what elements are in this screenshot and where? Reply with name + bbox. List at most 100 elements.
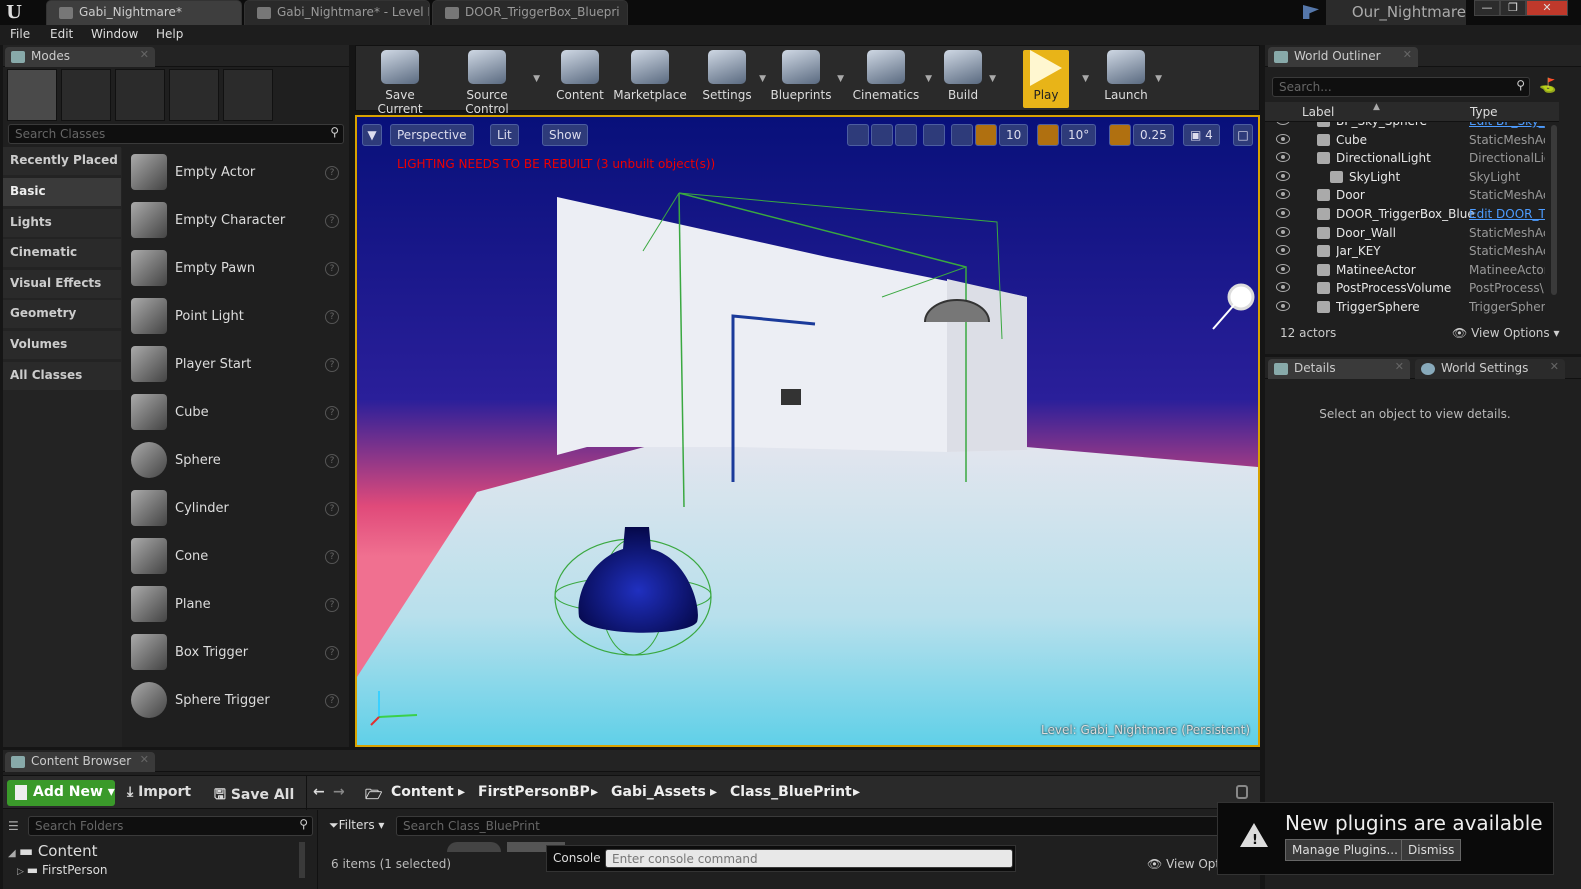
cinematics-button[interactable]: Cinematics ▼ [850, 50, 932, 108]
scale-snap-value[interactable]: 0.25 [1133, 124, 1174, 146]
tab-level[interactable]: Gabi_Nightmare* [46, 0, 242, 25]
tree-item-content[interactable]: ◢ ▬ Content [8, 842, 97, 860]
visibility-eye-icon[interactable] [1276, 122, 1290, 125]
placeable-player-start[interactable]: Player Start? [125, 342, 345, 388]
maximize-viewport-icon[interactable]: □ [1233, 124, 1253, 146]
breadcrumb-gabi-assets[interactable]: Gabi_Assets [611, 784, 706, 800]
category-visual-effects[interactable]: Visual Effects [3, 270, 121, 298]
visibility-eye-icon[interactable] [1276, 133, 1290, 144]
outliner-search-input[interactable]: Search... ⚲ [1272, 77, 1530, 97]
category-recently-placed[interactable]: Recently Placed [3, 147, 121, 175]
outliner-row[interactable]: DirectionalLight DirectionalLig [1271, 150, 1553, 168]
save-current-button[interactable]: Save Current [362, 50, 438, 116]
breadcrumb-class-blueprint[interactable]: Class_BluePrint [730, 784, 852, 800]
help-icon[interactable]: ? [325, 454, 339, 468]
outliner-row[interactable]: Door StaticMeshAc [1271, 187, 1553, 205]
visibility-eye-icon[interactable] [1276, 152, 1290, 163]
minimize-button[interactable]: — [1474, 0, 1500, 16]
breadcrumb-firstpersonbp[interactable]: FirstPersonBP [478, 784, 590, 800]
outliner-row[interactable]: TriggerSphere TriggerSpher [1271, 299, 1553, 314]
breadcrumb-separator[interactable]: ▸ [853, 784, 860, 800]
search-assets-input[interactable]: Search Class_BluePrint [396, 816, 1260, 836]
search-classes-input[interactable]: Search Classes ⚲ [8, 124, 344, 144]
rotate-tool-icon[interactable] [871, 124, 893, 146]
outliner-scrollbar[interactable] [1551, 125, 1557, 295]
outliner-row[interactable]: Jar_KEY StaticMeshAc [1271, 243, 1553, 261]
sources-toggle-icon[interactable]: ☰ [8, 819, 19, 833]
maximize-button[interactable]: ❐ [1500, 0, 1526, 16]
placeable-empty-character[interactable]: Empty Character? [125, 198, 345, 244]
breadcrumb-separator[interactable]: ▸ [591, 784, 598, 800]
content-button[interactable]: Content [552, 50, 608, 108]
category-lights[interactable]: Lights [3, 209, 121, 237]
scale-snap-icon[interactable] [1109, 124, 1131, 146]
settings-button[interactable]: Settings ▼ [698, 50, 766, 108]
tree-item-firstperson[interactable]: ▷ ▬ FirstPerson [17, 863, 108, 877]
category-volumes[interactable]: Volumes [3, 331, 121, 359]
foliage-mode-button[interactable] [169, 69, 219, 121]
import-button[interactable]: ⤓ Import [127, 784, 191, 800]
play-button[interactable]: Play ▼ [1023, 50, 1089, 108]
help-icon[interactable]: ? [325, 598, 339, 612]
viewport-options-button[interactable]: ▼ [362, 124, 382, 146]
tab-modes[interactable]: Modes ✕ [5, 47, 155, 67]
level-viewport[interactable]: ▼ Perspective Lit Show 10 10° 0.25 ▣ 4 □… [355, 115, 1260, 747]
placeable-point-light[interactable]: Point Light? [125, 294, 345, 340]
blueprints-button[interactable]: Blueprints ▼ [768, 50, 844, 108]
tab-content-browser[interactable]: Content Browser ✕ [5, 752, 155, 772]
camera-speed-button[interactable]: ▣ 4 [1183, 124, 1220, 146]
menu-edit[interactable]: Edit [50, 27, 73, 41]
close-icon[interactable]: ✕ [140, 48, 149, 61]
help-icon[interactable]: ? [325, 214, 339, 228]
help-icon[interactable]: ? [325, 550, 339, 564]
placeable-plane[interactable]: Plane? [125, 582, 345, 628]
menu-window[interactable]: Window [91, 27, 138, 41]
edit-blueprint-link[interactable]: Edit DOOR_T [1469, 207, 1545, 221]
source-control-button[interactable]: Source Control ▼ [444, 50, 540, 116]
tab-world-outliner[interactable]: World Outliner ✕ [1268, 47, 1418, 67]
visibility-eye-icon[interactable] [1276, 208, 1290, 218]
perspective-button[interactable]: Perspective [390, 124, 474, 146]
outliner-row[interactable]: BP_Sky_SphereEdit BP_Sky_ [1271, 122, 1553, 131]
visibility-eye-icon[interactable] [1276, 245, 1290, 256]
visibility-eye-icon[interactable] [1276, 189, 1290, 200]
landscape-mode-button[interactable] [115, 69, 165, 121]
close-button[interactable]: ✕ [1526, 0, 1568, 16]
breadcrumb-separator[interactable]: ▸ [710, 784, 717, 800]
category-basic[interactable]: Basic [3, 178, 121, 206]
placeable-cone[interactable]: Cone? [125, 534, 345, 580]
geometry-mode-button[interactable] [223, 69, 273, 121]
add-filter-icon[interactable]: ⛳ [1539, 78, 1559, 96]
rotation-snap-value[interactable]: 10° [1061, 124, 1097, 146]
folder-scrollbar[interactable] [299, 842, 305, 878]
tab-details[interactable]: Details ✕ [1268, 359, 1410, 379]
tab-door-blueprint[interactable]: DOOR_TriggerBox_Bluepri [432, 0, 628, 25]
search-folders-input[interactable]: Search Folders ⚲ [28, 816, 313, 836]
dropdown-arrow-icon[interactable]: ▼ [1155, 74, 1162, 84]
dropdown-arrow-icon[interactable]: ▼ [533, 74, 540, 84]
column-label[interactable]: Label [1302, 105, 1334, 119]
console-input[interactable]: Enter console command [605, 849, 1013, 868]
category-geometry[interactable]: Geometry [3, 300, 121, 328]
visibility-eye-icon[interactable] [1276, 301, 1290, 311]
forward-arrow-icon[interactable]: → [333, 784, 345, 800]
dropdown-arrow-icon[interactable]: ▼ [1082, 74, 1089, 84]
help-icon[interactable]: ? [325, 310, 339, 324]
build-button[interactable]: Build ▼ [940, 50, 996, 108]
outliner-row[interactable]: Door_Wall StaticMeshAc [1271, 225, 1553, 243]
lock-icon[interactable] [1236, 785, 1248, 799]
menu-help[interactable]: Help [156, 27, 183, 41]
placeable-sphere-trigger[interactable]: Sphere Trigger? [125, 678, 345, 724]
show-button[interactable]: Show [542, 124, 589, 146]
help-icon[interactable]: ? [325, 262, 339, 276]
visibility-eye-icon[interactable] [1276, 226, 1290, 237]
lit-button[interactable]: Lit [490, 124, 519, 146]
close-icon[interactable]: ✕ [1550, 360, 1559, 373]
outliner-row[interactable]: DOOR_TriggerBox_Blue Edit DOOR_T [1271, 206, 1553, 224]
column-type[interactable]: Type [1470, 105, 1498, 119]
placeable-cylinder[interactable]: Cylinder? [125, 486, 345, 532]
placeable-box-trigger[interactable]: Box Trigger? [125, 630, 345, 676]
grid-snap-icon[interactable] [975, 124, 997, 146]
placeable-cube[interactable]: Cube? [125, 390, 345, 436]
surface-snap-icon[interactable] [951, 124, 973, 146]
